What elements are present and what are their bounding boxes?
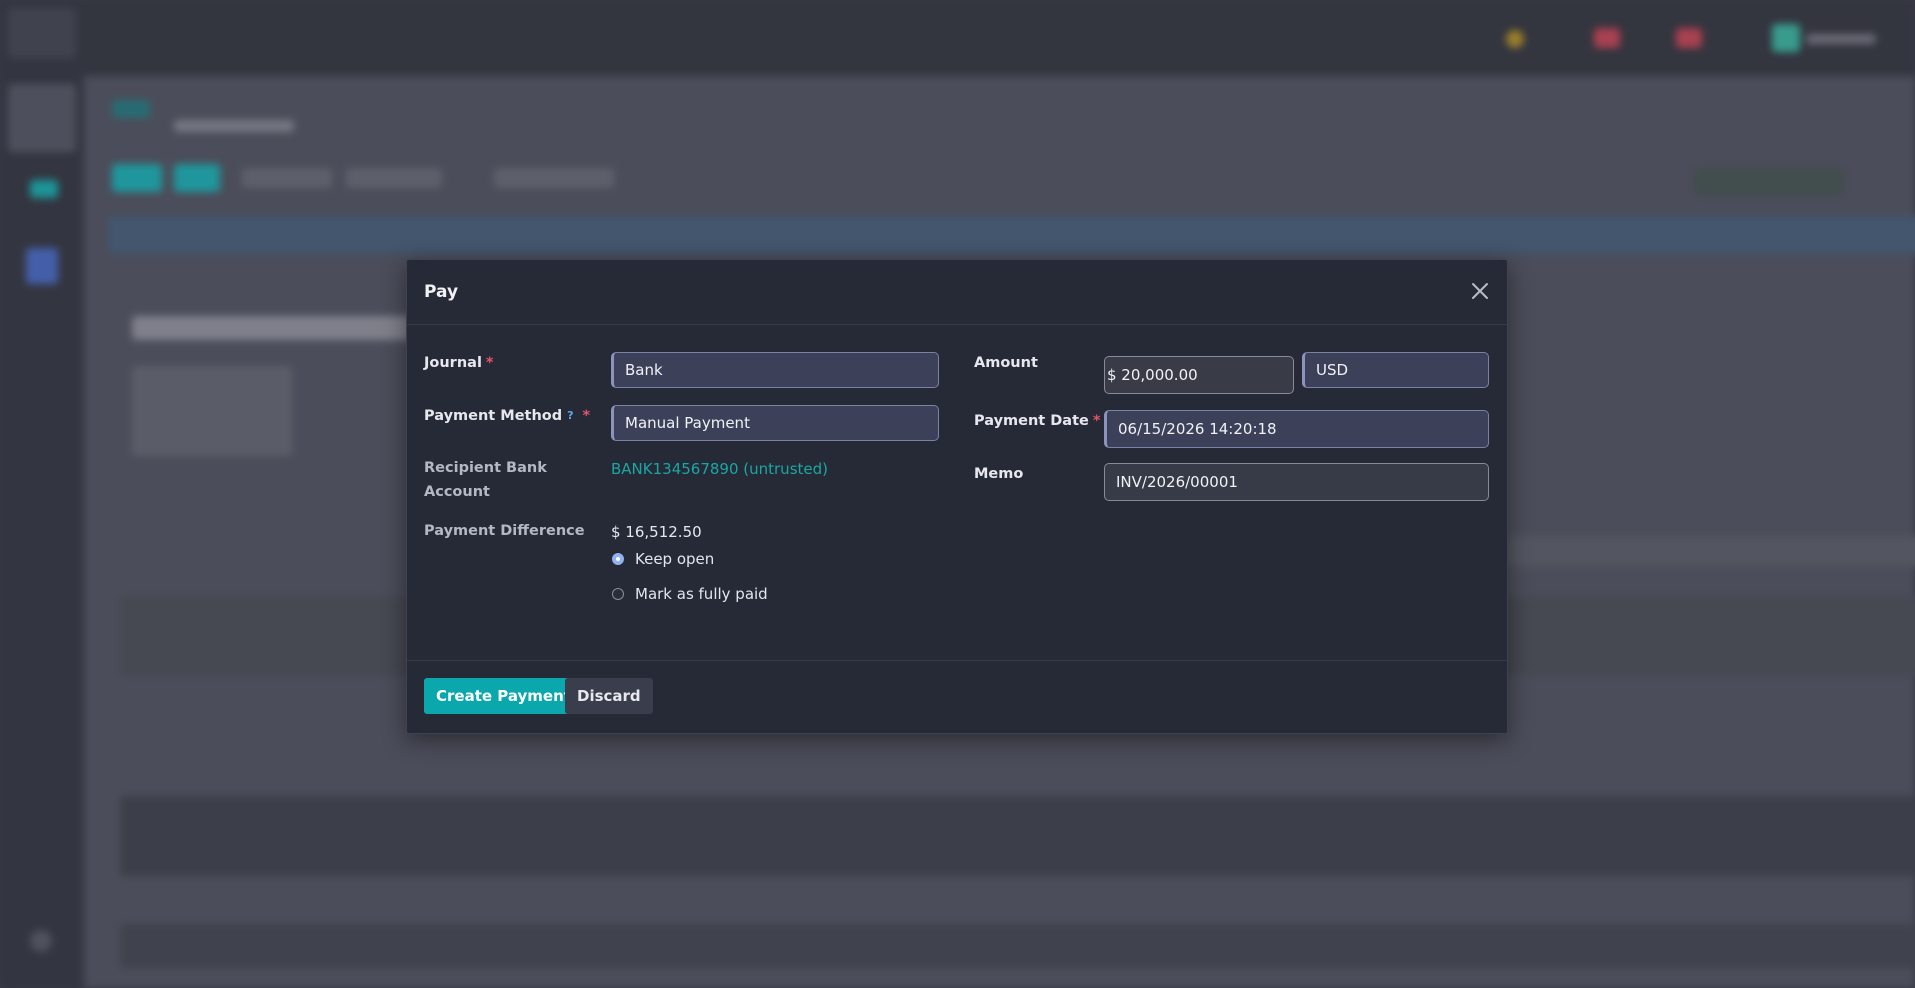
help-icon: ? (567, 409, 574, 422)
payment-difference-label: Payment Difference (424, 523, 585, 539)
payment-method-field[interactable]: Manual Payment (611, 405, 939, 441)
mark-fully-paid-radio[interactable] (612, 588, 624, 600)
mark-fully-paid-label[interactable]: Mark as fully paid (635, 585, 768, 603)
payment-difference-value: $ 16,512.50 (611, 523, 702, 541)
discard-button[interactable]: Discard (565, 678, 653, 714)
close-icon[interactable] (1467, 278, 1493, 304)
journal-field[interactable]: Bank (611, 352, 939, 388)
amount-field[interactable]: $ 20,000.00 (1104, 356, 1294, 394)
payment-date-label: Payment Date * (974, 413, 1101, 429)
dialog-footer: Create Payment Discard (407, 660, 1507, 733)
recipient-bank-account-link[interactable]: BANK134567890 (untrusted) (611, 460, 828, 478)
dialog-title: Pay (424, 282, 459, 302)
keep-open-label[interactable]: Keep open (635, 550, 714, 568)
payment-method-label: Payment Method? * (424, 408, 591, 424)
memo-label: Memo (974, 466, 1024, 482)
payment-date-field[interactable]: 06/15/2026 14:20:18 (1104, 410, 1489, 448)
recipient-bank-account-label: Recipient Bank Account (424, 460, 547, 500)
journal-label: Journal * (424, 355, 494, 371)
amount-label: Amount (974, 355, 1038, 371)
memo-field[interactable]: INV/2026/00001 (1104, 463, 1489, 501)
create-payment-button[interactable]: Create Payment (424, 678, 583, 714)
dialog-header: Pay (407, 260, 1507, 325)
keep-open-radio[interactable] (612, 553, 624, 565)
currency-field[interactable]: USD (1302, 352, 1489, 388)
pay-dialog: Pay Journal * Bank Payment Method? * Manua… (406, 259, 1508, 734)
